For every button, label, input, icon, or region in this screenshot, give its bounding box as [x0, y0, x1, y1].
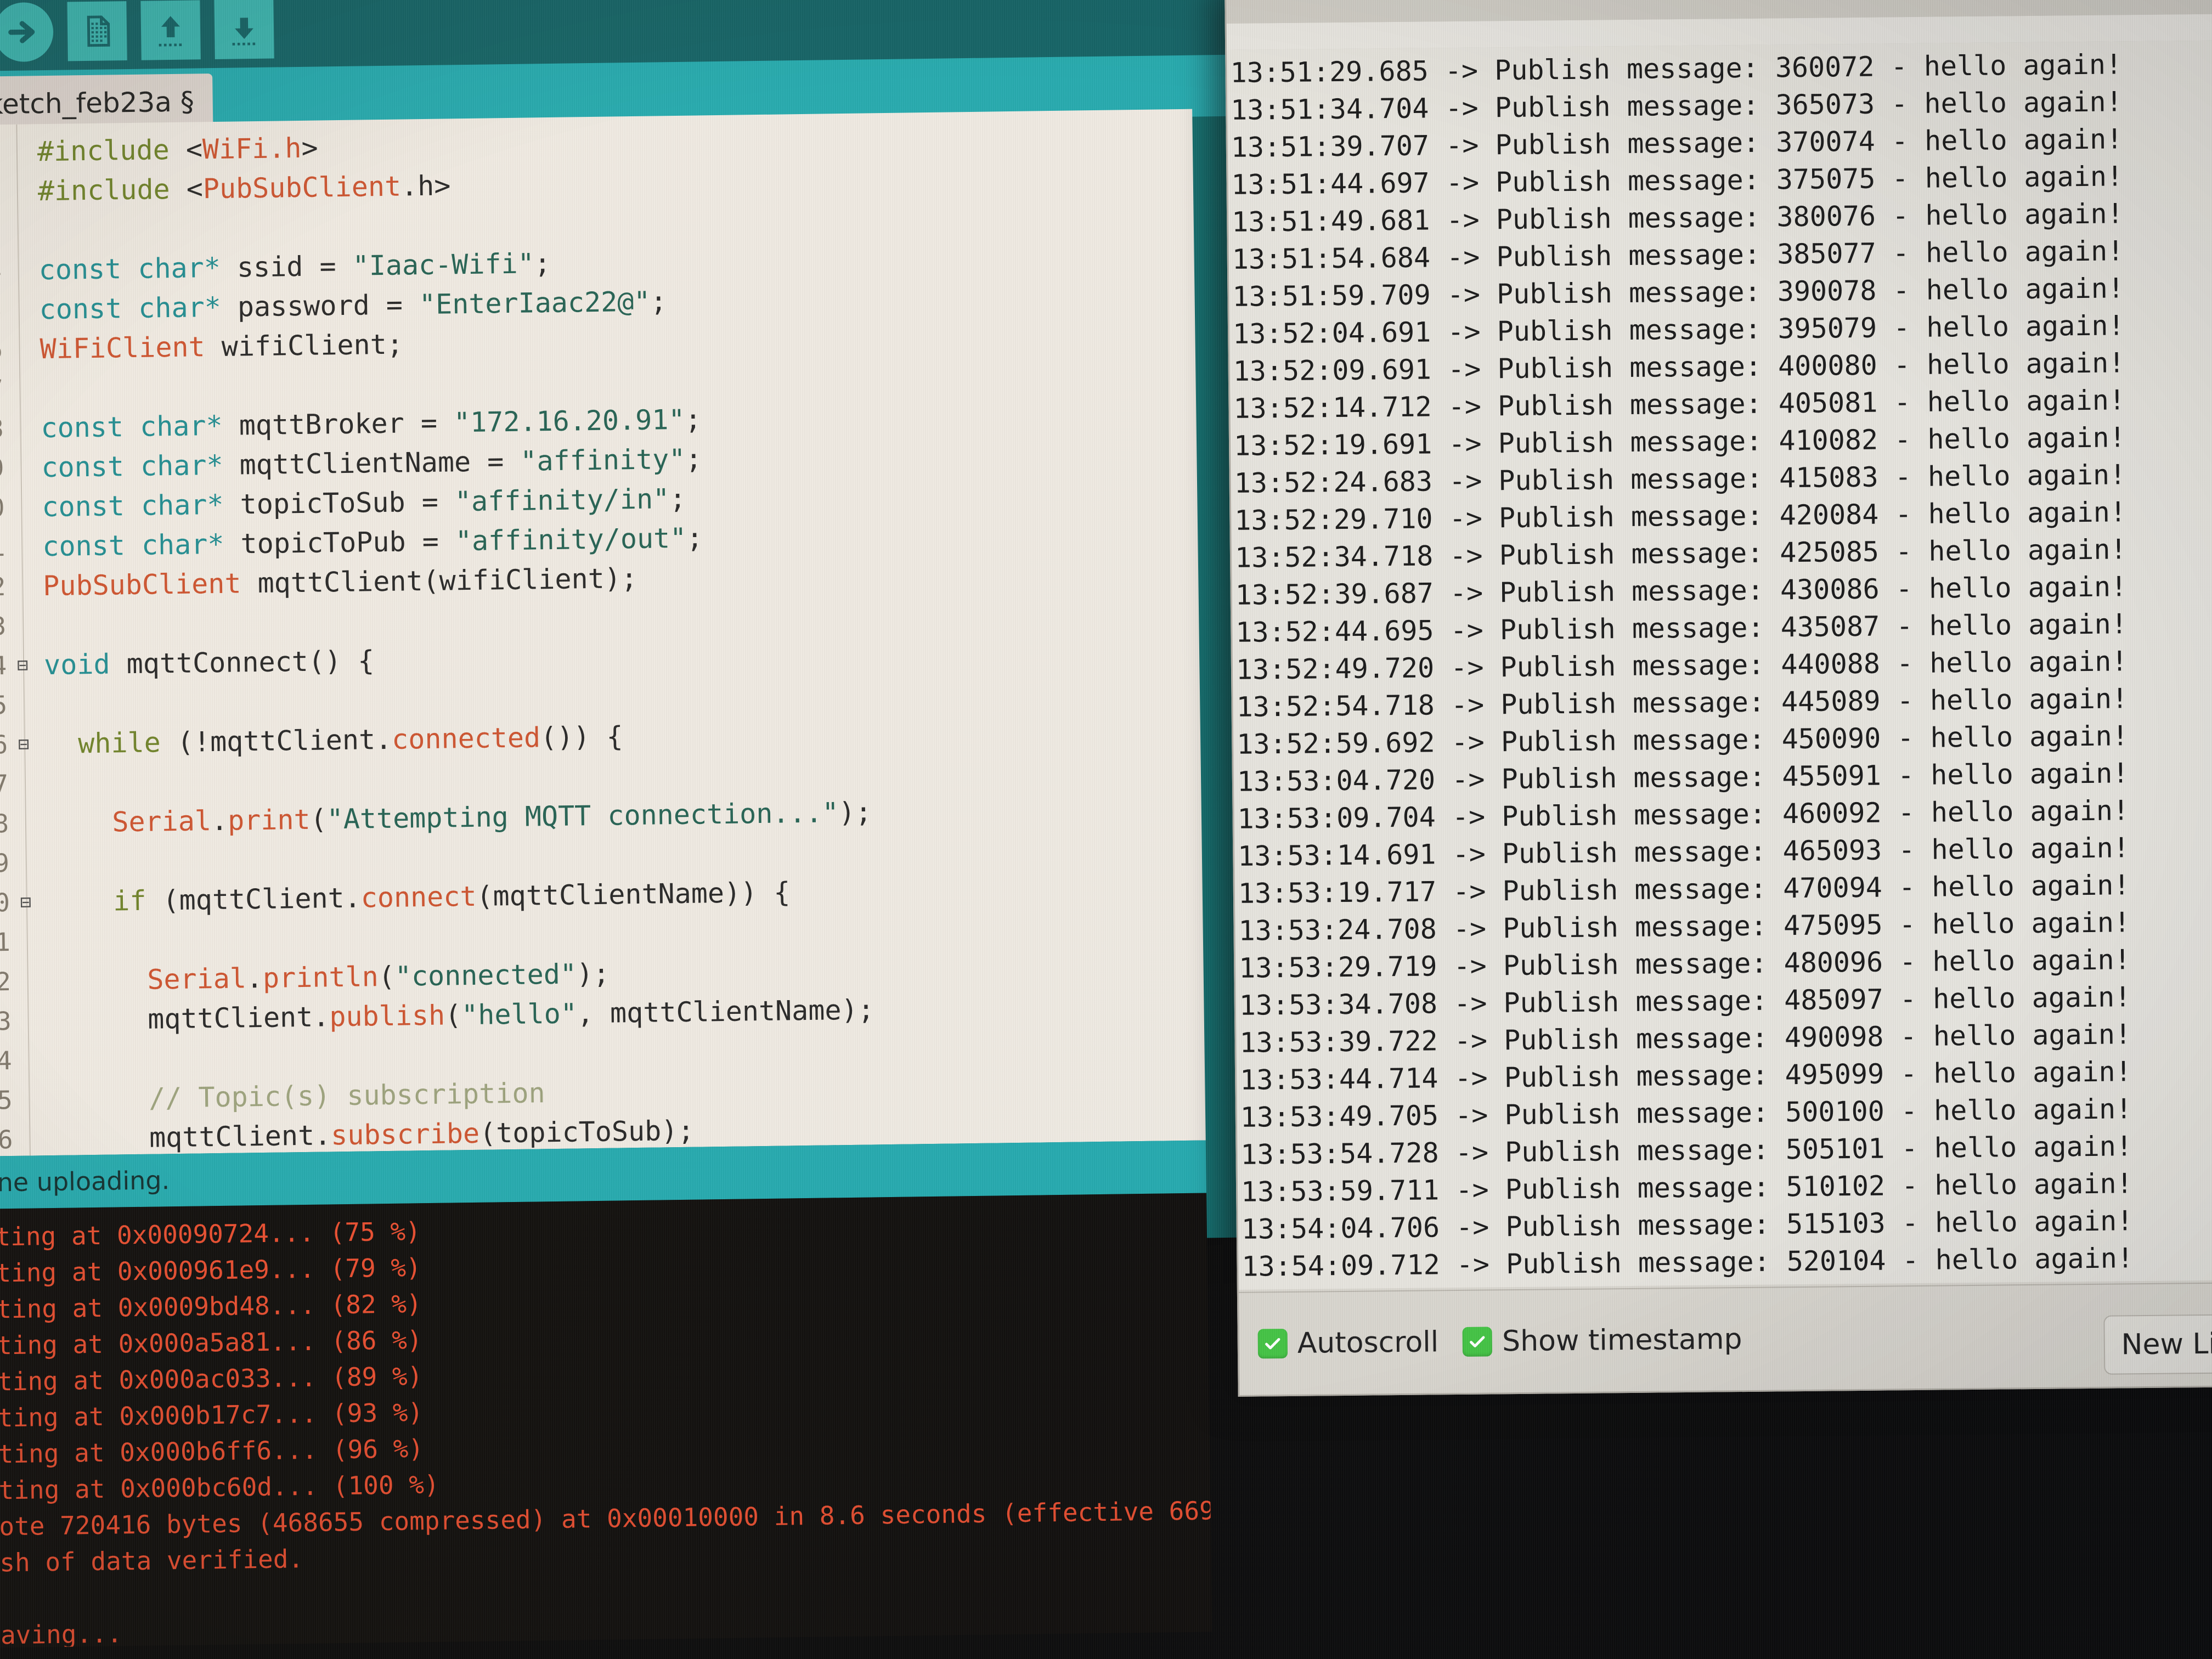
upload-console[interactable]: iting at 0x00090724... (75 %) iting at 0x…: [0, 1193, 1212, 1648]
code-line-text: #include <WiFi.h>: [37, 132, 319, 168]
line-number: 14: [0, 651, 7, 681]
code-line-text: while (!mqttClient.connected()) {: [77, 720, 623, 760]
code-line-text: void mqttConnect() {: [43, 645, 375, 681]
line-number: 11: [0, 532, 5, 562]
line-number: 2: [0, 172, 7, 212]
line-number: 13: [0, 611, 7, 641]
newline-dropdown[interactable]: New Line: [2103, 1313, 2212, 1375]
line-number: 5: [0, 295, 3, 325]
code-line-text: #include <PubSubClient.h>: [37, 170, 451, 207]
save-sketch-button[interactable]: ▪▪▪▪▪: [214, 0, 274, 59]
show-timestamp-check-icon: [1462, 1327, 1493, 1357]
show-timestamp-checkbox[interactable]: Show timestamp: [1462, 1323, 1742, 1358]
save-sketch-subglyph: ▪▪▪▪▪: [232, 39, 257, 48]
code-line-text: const char* ssid = "Iaac-Wifi";: [38, 247, 551, 286]
line-number: 21: [0, 927, 11, 957]
newline-label: New Line: [2121, 1327, 2212, 1362]
code-line-text: WiFiClient wifiClient;: [40, 328, 404, 365]
line-number: 4: [0, 256, 2, 286]
line-number: 15: [0, 690, 8, 720]
line-number: 26: [0, 1124, 13, 1155]
code-editor[interactable]: 1 #include <WiFi.h> 2 #include <PubSubClien…: [0, 109, 1206, 1156]
fold-toggle-icon[interactable]: ⊟: [16, 882, 35, 922]
line-number: 25: [0, 1085, 13, 1115]
line-number: 16: [0, 730, 8, 760]
serial-monitor-window: 13:51:29.685 -> Publish message: 360072 …: [1224, 0, 2212, 1397]
line-number: 20: [0, 887, 10, 918]
line-number: 12: [0, 572, 6, 602]
serial-output-log[interactable]: 13:51:29.685 -> Publish message: 360072 …: [1227, 40, 2212, 1290]
upload-button[interactable]: [0, 2, 54, 63]
code-line-text: // Topic(s) subscription: [148, 1077, 545, 1114]
line-number: 17: [0, 769, 9, 799]
monitor-screen: ▪▪▪▪▪ ▪▪▪▪▪ sketch_feb23a § 1 #include <W…: [0, 0, 2212, 1659]
serial-monitor-footer: Autoscroll Show timestamp New Line: [1238, 1282, 2212, 1395]
line-number: 3: [0, 216, 2, 246]
line-number: 24: [0, 1045, 12, 1076]
line-number: 19: [0, 848, 10, 878]
open-sketch-button[interactable]: ▪▪▪▪▪: [140, 0, 201, 60]
open-sketch-subglyph: ▪▪▪▪▪: [158, 40, 184, 49]
line-number: 18: [0, 809, 9, 839]
code-line-text: PubSubClient mqttClient(wifiClient);: [42, 562, 638, 602]
new-sketch-button[interactable]: [67, 1, 127, 61]
autoscroll-label: Autoscroll: [1297, 1325, 1439, 1360]
line-number: 9: [0, 453, 4, 483]
status-text: one uploading.: [0, 1165, 170, 1198]
fold-toggle-icon[interactable]: ⊟: [13, 645, 32, 685]
line-number: 8: [0, 414, 4, 444]
line-number: 6: [0, 335, 3, 365]
sketch-tab-label: sketch_feb23a §: [0, 86, 195, 121]
code-line-text: const char* password = "EnterIaac22@";: [39, 285, 667, 326]
code-lines-container[interactable]: 1 #include <WiFi.h> 2 #include <PubSubClien…: [0, 109, 1206, 1156]
code-line-text: Serial.println("connected");: [146, 957, 610, 996]
line-number: 22: [0, 966, 12, 997]
show-timestamp-label: Show timestamp: [1502, 1323, 1742, 1358]
arduino-ide-window: ▪▪▪▪▪ ▪▪▪▪▪ sketch_feb23a § 1 #include <W…: [0, 0, 1251, 1648]
line-number: 7: [0, 374, 3, 404]
line-number: 10: [0, 493, 5, 523]
autoscroll-check-icon: [1257, 1329, 1288, 1359]
fold-toggle-icon[interactable]: ⊟: [14, 724, 33, 764]
line-number: 1: [0, 132, 7, 172]
autoscroll-checkbox[interactable]: Autoscroll: [1257, 1325, 1439, 1360]
line-number: 23: [0, 1006, 12, 1036]
